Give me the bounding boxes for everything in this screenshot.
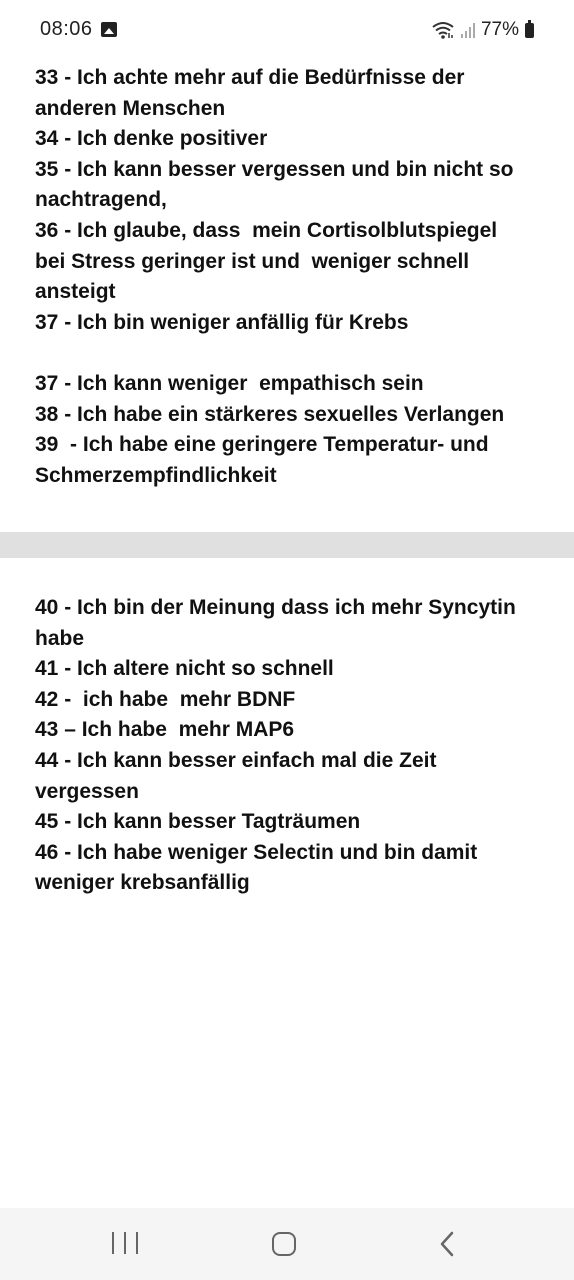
text-line: ansteigt xyxy=(35,280,116,304)
text-line: 39 - Ich habe eine geringere Temperatur-… xyxy=(35,433,489,457)
text-line: 44 - Ich kann besser einfach mal die Zei… xyxy=(35,748,437,772)
text-line xyxy=(35,338,545,369)
text-line: 37 - Ich bin weniger anfällig für Krebs xyxy=(35,310,409,334)
text-line: 41 - Ich altere nicht so schnell xyxy=(35,657,334,681)
text-line: 42 - ich habe mehr BDNF xyxy=(35,687,296,711)
battery-icon xyxy=(525,19,534,38)
section-divider xyxy=(0,532,574,558)
battery-percentage: 77% xyxy=(480,19,519,40)
text-line: 33 - Ich achte mehr auf die Bedürfnisse … xyxy=(35,66,465,89)
text-line: 43 – Ich habe mehr MAP6 xyxy=(35,718,295,742)
text-line: 35 - Ich kann besser vergessen und bin n… xyxy=(35,157,514,181)
status-indicators: 77% xyxy=(431,16,534,44)
back-icon[interactable] xyxy=(436,1230,458,1258)
text-line: Schmerzempfindlichkeit xyxy=(35,463,277,487)
note-card-2: 40 - Ich bin der Meinung dass ich mehr S… xyxy=(0,558,574,1208)
navigation-bar xyxy=(0,1208,574,1280)
note-text-1: 33 - Ich achte mehr auf die Bedürfnisse … xyxy=(35,63,545,491)
text-line: 46 - Ich habe weniger Selectin und bin d… xyxy=(35,840,478,864)
status-bar: 08:06 77% xyxy=(0,0,574,62)
note-text-2: 40 - Ich bin der Meinung dass ich mehr S… xyxy=(35,593,545,899)
home-icon[interactable] xyxy=(272,1232,296,1256)
text-line: 40 - Ich bin der Meinung dass ich mehr S… xyxy=(35,596,516,619)
text-line: 38 - Ich habe ein stärkeres sexuelles Ve… xyxy=(35,402,505,426)
text-line: nachtragend, xyxy=(35,188,167,212)
signal-icon xyxy=(460,22,475,38)
text-line: weniger krebsanfällig xyxy=(35,871,250,895)
text-line: 45 - Ich kann besser Tagträumen xyxy=(35,810,361,834)
text-line: habe xyxy=(35,626,85,650)
gallery-icon xyxy=(101,22,117,37)
text-line: 37 - Ich kann weniger empathisch sein xyxy=(35,371,424,395)
note-card-1: 33 - Ich achte mehr auf die Bedürfnisse … xyxy=(0,62,574,532)
text-line: bei Stress geringer ist und weniger schn… xyxy=(35,249,470,273)
wifi-icon xyxy=(431,21,455,39)
text-line: 34 - Ich denke positiver xyxy=(35,127,268,151)
status-time: 08:06 xyxy=(40,18,93,40)
text-line: vergessen xyxy=(35,779,139,803)
text-line: 36 - Ich glaube, dass mein Cortisolbluts… xyxy=(35,218,498,242)
recents-icon[interactable] xyxy=(112,1232,138,1256)
text-line: anderen Menschen xyxy=(35,96,226,120)
